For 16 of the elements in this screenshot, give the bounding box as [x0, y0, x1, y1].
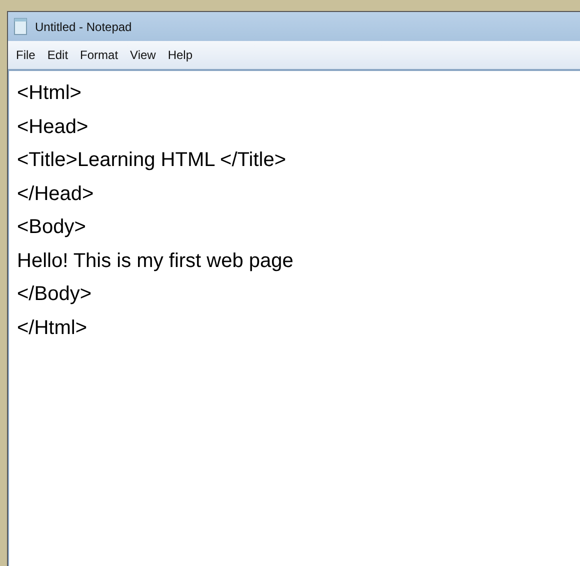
code-line: </Body> — [17, 282, 93, 307]
code-line: <Body> — [17, 215, 87, 240]
code-line: <Title>Learning HTML </Title> — [17, 148, 288, 173]
menu-item[interactable]: Help — [162, 46, 199, 64]
code-line: <Html> — [17, 81, 82, 106]
menu-item[interactable]: View — [124, 46, 162, 64]
menu-item[interactable]: File — [10, 46, 42, 64]
code-line: </Head> — [17, 182, 95, 206]
menu-item[interactable]: Edit — [41, 46, 74, 64]
window-title: Untitled - Notepad — [35, 20, 132, 34]
notepad-icon — [14, 18, 27, 35]
code-line: Hello! This is my first web page — [17, 248, 294, 274]
text-editor[interactable]: <Html> <Head> <Title>Learning HTML </Title> </Head> <Body> Hello! This is my first web page </Body> </Html> — [8, 71, 580, 566]
code-line: <Head> — [17, 114, 90, 140]
code-line: </Html> — [17, 316, 88, 340]
menu-item[interactable]: Format — [74, 46, 124, 64]
